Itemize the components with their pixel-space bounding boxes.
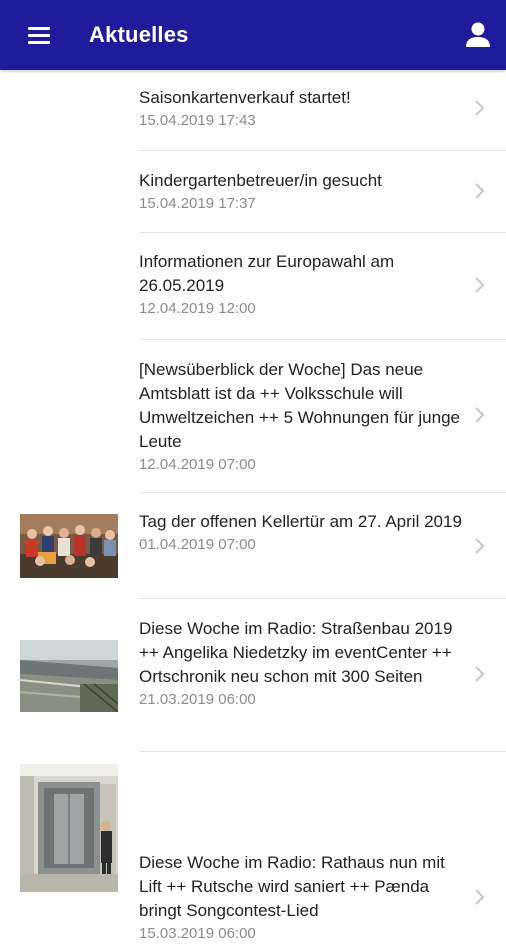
news-headline: Diese Woche im Radio: Straßenbau 2019 ++… xyxy=(139,619,453,686)
chevron-right-icon xyxy=(475,889,485,905)
news-item[interactable]: Kindergartenbetreuer/in gesucht 15.04.20… xyxy=(0,151,506,233)
news-text: Diese Woche im Radio: Rathaus nun mit Li… xyxy=(139,851,469,944)
chevron-right-icon xyxy=(475,666,485,682)
chevron-right-icon xyxy=(475,407,485,423)
news-headline: Informationen zur Europawahl am 26.05.20… xyxy=(139,252,395,295)
news-item[interactable]: Diese Woche im Radio: Straßenbau 2019 ++… xyxy=(0,599,506,752)
chevron-right-icon xyxy=(475,538,485,554)
news-date: 12.04.2019 07:00 xyxy=(139,456,256,473)
news-headline: [Newsüberblick der Woche] Das neue Amtsb… xyxy=(139,360,460,451)
hamburger-menu-icon[interactable] xyxy=(26,24,56,48)
chevron-right-icon xyxy=(475,100,485,116)
news-date: 12.04.2019 12:00 xyxy=(139,300,256,317)
news-text: Informationen zur Europawahl am 26.05.20… xyxy=(139,250,469,319)
person-icon[interactable] xyxy=(463,20,493,50)
news-item[interactable]: Informationen zur Europawahl am 26.05.20… xyxy=(0,233,506,340)
menu-line xyxy=(28,34,50,37)
chevron-right-icon xyxy=(475,277,485,293)
news-item[interactable]: Diese Woche im Radio: Rathaus nun mit Li… xyxy=(0,752,506,942)
news-text: Diese Woche im Radio: Straßenbau 2019 ++… xyxy=(139,617,469,710)
news-headline: Saisonkartenverkauf startet! xyxy=(139,88,351,107)
chevron-right-icon xyxy=(475,183,485,199)
news-item[interactable]: [Newsüberblick der Woche] Das neue Amtsb… xyxy=(0,340,506,493)
news-text: Saisonkartenverkauf startet! 15.04.2019 … xyxy=(139,86,469,131)
page-title: Aktuelles xyxy=(89,22,189,47)
news-thumbnail xyxy=(20,640,118,712)
news-headline: Diese Woche im Radio: Rathaus nun mit Li… xyxy=(139,853,445,920)
news-headline: Tag der offenen Kellertür am 27. April 2… xyxy=(139,512,462,531)
news-text: Tag der offenen Kellertür am 27. April 2… xyxy=(139,510,469,555)
news-item[interactable]: Tag der offenen Kellertür am 27. April 2… xyxy=(0,493,506,599)
news-headline: Kindergartenbetreuer/in gesucht xyxy=(139,171,382,190)
app-bar: Aktuelles xyxy=(0,0,506,70)
news-date: 15.03.2019 06:00 xyxy=(139,925,256,942)
news-date: 01.04.2019 07:00 xyxy=(139,536,256,553)
news-date: 15.04.2019 17:37 xyxy=(139,195,256,212)
news-item[interactable]: Saisonkartenverkauf startet! 15.04.2019 … xyxy=(0,70,506,151)
news-thumbnail xyxy=(20,764,118,892)
news-thumbnail xyxy=(20,514,118,578)
news-text: Kindergartenbetreuer/in gesucht 15.04.20… xyxy=(139,169,469,214)
menu-line xyxy=(28,41,50,44)
news-date: 21.03.2019 06:00 xyxy=(139,691,256,708)
news-date: 15.04.2019 17:43 xyxy=(139,112,256,129)
menu-line xyxy=(28,27,50,30)
news-text: [Newsüberblick der Woche] Das neue Amtsb… xyxy=(139,358,469,475)
